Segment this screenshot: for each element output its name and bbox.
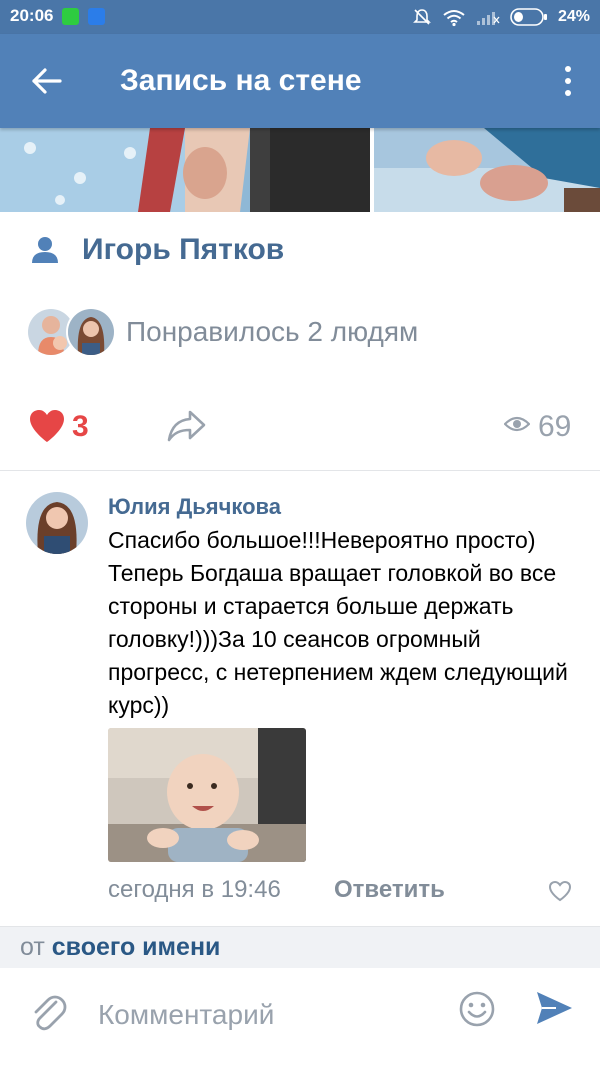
post-author-name: Игорь Пятков <box>82 233 285 266</box>
comment-photo[interactable] <box>108 728 306 862</box>
post-as-label: от своего имени <box>20 933 220 962</box>
reply-button[interactable]: Ответить <box>334 876 445 904</box>
status-bar: 20:06 24% <box>0 0 600 34</box>
divider <box>0 470 600 471</box>
wifi-icon <box>443 10 465 27</box>
like-count[interactable]: 3 <box>72 410 89 444</box>
post-actions: 3 69 <box>0 398 600 456</box>
avatar <box>66 307 116 357</box>
likes-text: Понравилось 2 людям <box>126 316 419 347</box>
post-as-name[interactable]: своего имени <box>52 933 221 961</box>
more-vertical-icon[interactable] <box>562 64 574 98</box>
comment-time: сегодня в 19:46 <box>108 876 281 903</box>
status-right: 24% <box>412 5 590 29</box>
post-photo-2[interactable] <box>374 128 600 212</box>
battery-percent: 24% <box>557 8 590 25</box>
liked-users-avatars <box>26 307 116 357</box>
heart-outline-icon[interactable] <box>548 880 572 902</box>
post-photos <box>0 128 600 212</box>
comment: Юлия Дьячкова Спасибо большое!!!Невероят… <box>0 480 600 920</box>
post-as-selector[interactable]: от своего имени <box>0 926 600 969</box>
bell-off-icon <box>413 9 431 25</box>
avatar[interactable] <box>26 492 88 554</box>
shield-app-icon <box>62 8 79 25</box>
paperclip-icon[interactable] <box>28 990 68 1034</box>
person-icon <box>32 237 58 263</box>
comment-input[interactable] <box>96 994 440 1036</box>
status-time: 20:06 <box>10 6 54 25</box>
comment-input-bar <box>0 968 600 1066</box>
post-photo-1[interactable] <box>0 128 370 212</box>
post-as-prefix: от <box>20 933 45 961</box>
comment-text: Спасибо большое!!!Невероятно просто) Теп… <box>108 527 568 718</box>
send-icon[interactable] <box>534 988 574 1028</box>
page-title: Запись на стене <box>120 64 362 97</box>
smile-icon[interactable] <box>458 990 496 1028</box>
heart-icon[interactable] <box>28 408 66 444</box>
eye-icon <box>504 416 530 432</box>
back-arrow-icon[interactable] <box>30 64 64 98</box>
comment-author[interactable]: Юлия Дьячкова <box>108 494 281 520</box>
post-author[interactable]: Игорь Пятков <box>30 230 284 270</box>
app-notification-icon <box>88 8 105 25</box>
likes-summary[interactable]: Понравилось 2 людям <box>26 306 418 358</box>
share-icon[interactable] <box>166 408 208 444</box>
view-count: 69 <box>538 410 572 443</box>
signal-icon <box>476 12 500 25</box>
battery-icon <box>510 8 547 26</box>
app-bar: Запись на стене <box>0 34 600 128</box>
